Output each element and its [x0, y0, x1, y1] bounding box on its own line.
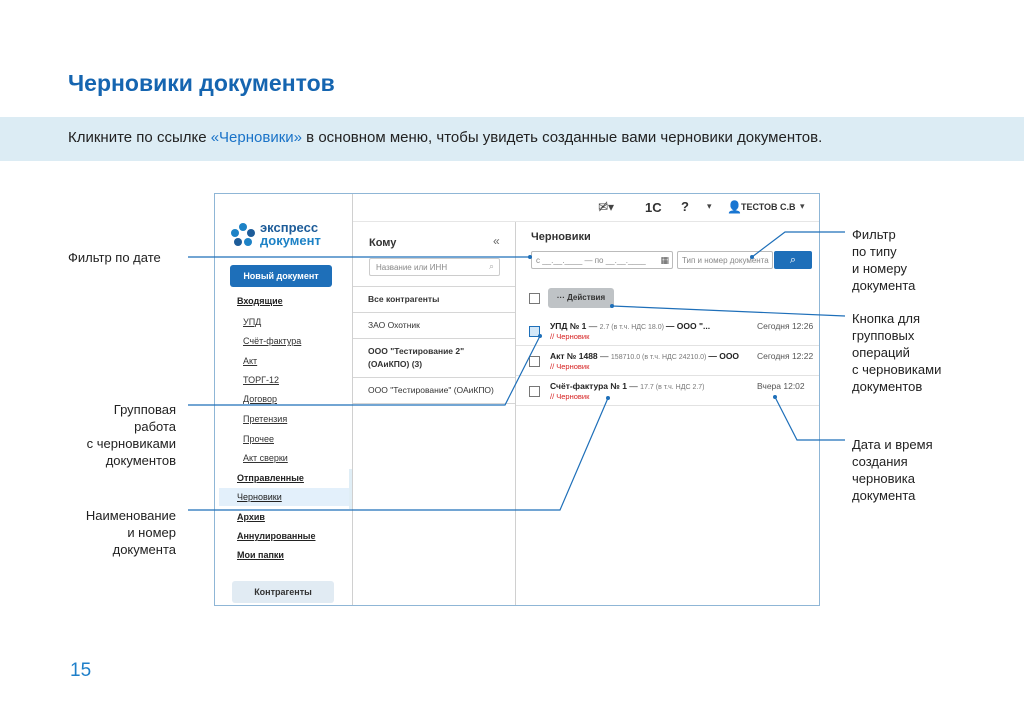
recipient-panel: Кому « Название или ИНН ⌕ Все контрагент… [353, 222, 516, 605]
select-all-checkbox[interactable] [529, 293, 540, 304]
callout-group-work: Групповая работа с черновиками документов [86, 402, 176, 468]
drafts-list: УПД № 1 — 2.7 (в т.ч. НДС 18.0) — ООО ".… [516, 316, 819, 406]
intro-text: Кликните по ссылке «Черновики» в основно… [68, 129, 822, 146]
help-button[interactable]: ? [681, 199, 689, 214]
drafts-panel: Черновики с __.__.____ — по __.__.____ ▦… [516, 222, 819, 605]
doc-title[interactable]: Акт № 1488 — 158710.0 (в т.ч. НДС 24210.… [550, 351, 740, 361]
contractors-button[interactable]: Контрагенты [232, 581, 334, 603]
sidebar: экспресс документ Новый документ Входящи… [215, 194, 353, 605]
doc-time: Сегодня 12:22 [757, 351, 814, 361]
draft-status: // Черновик [550, 362, 590, 371]
logo-text-2: документ [260, 233, 321, 248]
logo[interactable]: экспресс документ [230, 220, 350, 250]
callout-date-time: Дата и время создания черновика документа [852, 437, 933, 503]
recipient-item[interactable]: ЗАО Охотник [353, 313, 515, 339]
nav-drafts[interactable]: Черновики [237, 492, 282, 502]
dropdown-chevron-icon[interactable]: ▾ [707, 201, 712, 212]
draft-status: // Черновик [550, 332, 590, 341]
nav-torg12[interactable]: ТОРГ-12 [243, 375, 279, 385]
nav-invoice[interactable]: Счёт-фактура [243, 336, 301, 346]
doc-title[interactable]: УПД № 1 — 2.7 (в т.ч. НДС 18.0) — ООО ".… [550, 321, 740, 331]
draft-status: // Черновик [550, 392, 590, 401]
user-menu-chevron-icon[interactable]: ▾ [800, 201, 805, 212]
date-filter-input[interactable]: с __.__.____ — по __.__.____ ▦ [531, 251, 673, 269]
page-title: Черновики документов [68, 70, 335, 96]
nav-incoming[interactable]: Входящие [237, 296, 283, 306]
draft-row[interactable]: Счёт-фактура № 1 — 17.7 (в т.ч. НДС 2.7)… [516, 376, 819, 406]
row-checkbox[interactable] [529, 326, 540, 337]
recipient-search-placeholder: Название или ИНН [376, 263, 448, 272]
draft-row[interactable]: УПД № 1 — 2.7 (в т.ч. НДС 18.0) — ООО ".… [516, 316, 819, 346]
nav-reconciliation[interactable]: Акт сверки [243, 453, 288, 463]
row-checkbox[interactable] [529, 386, 540, 397]
callout-group-button: Кнопка для групповых операций с черновиками… [852, 311, 942, 394]
doc-time: Сегодня 12:26 [757, 321, 814, 331]
search-icon: ⌕ [488, 261, 494, 271]
callout-type-filter: Фильтр по типу и номеру документа [852, 227, 916, 293]
doc-title[interactable]: Счёт-фактура № 1 — 17.7 (в т.ч. НДС 2.7) [550, 381, 740, 391]
recipient-all[interactable]: Все контрагенты [353, 287, 515, 313]
intro-before: Кликните по ссылке [68, 129, 211, 146]
nav-archive[interactable]: Архив [237, 512, 265, 522]
user-name[interactable]: ТЕСТОВ С.В [741, 202, 796, 212]
nav-upd[interactable]: УПД [243, 317, 261, 327]
user-icon: 👤 [727, 200, 742, 214]
nav-contract[interactable]: Договор [243, 394, 277, 404]
topbar: ✉̸▾ 1С ? ▾ 👤 ТЕСТОВ С.В ▾ [353, 194, 819, 222]
date-filter-text: с __.__.____ — по __.__.____ [536, 256, 646, 265]
intro-after: в основном меню, чтобы увидеть созданные… [302, 129, 823, 146]
recipient-header: Кому [369, 237, 397, 249]
nav-cancelled[interactable]: Аннулированные [237, 531, 316, 541]
type-filter-placeholder: Тип и номер документа [682, 256, 769, 265]
callout-name-number: Наименование и номер документа [85, 508, 176, 557]
nav-other[interactable]: Прочее [243, 434, 274, 444]
row-checkbox[interactable] [529, 356, 540, 367]
actions-button[interactable]: ··· Действия [548, 288, 614, 308]
page: Черновики документов Кликните по ссылке … [0, 0, 1024, 724]
draft-row[interactable]: Акт № 1488 — 158710.0 (в т.ч. НДС 24210.… [516, 346, 819, 376]
nav-sent[interactable]: Отправленные [237, 473, 304, 483]
sidebar-scrollbar[interactable] [349, 469, 352, 509]
signature-icon[interactable]: ✉̸▾ [598, 200, 614, 214]
logo-flower-icon [231, 223, 255, 246]
recipient-item[interactable]: ООО "Тестирование 2" (ОАиКПО) (3) [353, 339, 515, 378]
search-icon: ⌕ [789, 254, 797, 266]
page-number: 15 [70, 660, 92, 681]
search-button[interactable]: ⌕ [774, 251, 812, 269]
recipient-list: Все контрагенты ЗАО Охотник ООО "Тестиро… [353, 286, 515, 404]
drafts-link[interactable]: «Черновики» [211, 129, 302, 146]
callout-date-filter: Фильтр по дате [68, 250, 161, 265]
app-window: экспресс документ Новый документ Входящи… [214, 193, 820, 606]
calendar-icon[interactable]: ▦ [660, 255, 669, 266]
onec-button[interactable]: 1С [645, 200, 662, 215]
nav-act[interactable]: Акт [243, 356, 257, 366]
type-filter-input[interactable]: Тип и номер документа [677, 251, 773, 269]
nav-claim[interactable]: Претензия [243, 414, 287, 424]
new-document-button[interactable]: Новый документ [230, 265, 332, 287]
recipient-search-input[interactable]: Название или ИНН ⌕ [369, 258, 500, 276]
nav-my-folders[interactable]: Мои папки [237, 550, 284, 560]
collapse-icon[interactable]: « [493, 234, 500, 248]
doc-time: Вчера 12:02 [757, 381, 805, 391]
recipient-item[interactable]: ООО "Тестирование" (ОАиКПО) [353, 378, 515, 404]
drafts-title: Черновики [531, 231, 591, 243]
